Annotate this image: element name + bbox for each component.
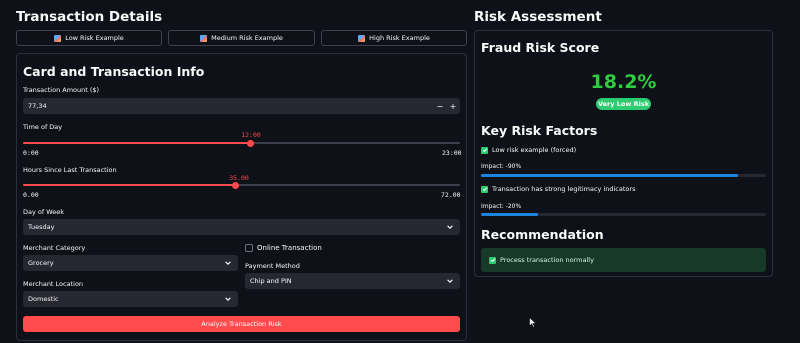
payment-method-select[interactable]: Chip and PIN	[245, 273, 460, 289]
hours-since-label: Hours Since Last Transaction	[23, 166, 117, 174]
medium-risk-example-label: Medium Risk Example	[211, 34, 283, 42]
time-of-day-min: 0:00	[23, 149, 39, 157]
amount-increment-button[interactable]: +	[447, 98, 459, 114]
merchant-category-value: Grocery	[28, 259, 54, 267]
time-of-day-fill	[23, 142, 251, 144]
hours-since-slider[interactable]	[23, 181, 460, 189]
check-icon	[481, 146, 488, 154]
merchant-location-value: Domestic	[28, 295, 59, 303]
recommendation-box: Process transaction normally	[481, 248, 766, 272]
high-risk-example-button[interactable]: High Risk Example	[321, 30, 467, 46]
hours-since-min: 0.00	[23, 191, 39, 199]
transaction-details-heading: Transaction Details	[16, 9, 163, 25]
online-transaction-label: Online Transaction	[257, 244, 322, 252]
risk-factor-impact: Impact: -90%	[481, 163, 522, 170]
risk-level-badge-label: Very Low Risk	[597, 100, 650, 108]
risk-factor-label: Low risk example (forced)	[492, 146, 577, 154]
merchant-location-select[interactable]: Domestic	[23, 291, 238, 307]
check-icon	[481, 185, 488, 193]
amount-label: Transaction Amount ($)	[23, 86, 100, 94]
chevron-down-icon	[225, 261, 231, 265]
chevron-down-icon	[225, 297, 231, 301]
payment-method-label: Payment Method	[245, 262, 300, 270]
risk-factor-impact-fill	[481, 213, 538, 216]
risk-factor-label: Transaction has strong legitimacy indica…	[492, 185, 636, 193]
merchant-location-label: Merchant Location	[23, 280, 84, 288]
time-of-day-thumb[interactable]	[246, 139, 254, 147]
medium-risk-example-button[interactable]: Medium Risk Example	[168, 30, 315, 46]
amount-value: 77,34	[28, 102, 47, 110]
time-of-day-label: Time of Day	[23, 123, 63, 131]
key-risk-factors-heading: Key Risk Factors	[481, 123, 598, 138]
time-of-day-max: 23:00	[442, 149, 462, 157]
risk-factor-impact: Impact: -20%	[481, 203, 522, 210]
hours-since-value: 35.00	[229, 174, 249, 182]
risk-factor-item: Low risk example (forced)	[481, 146, 576, 154]
low-risk-example-label: Low Risk Example	[65, 34, 124, 42]
risk-factor-item: Transaction has strong legitimacy indica…	[481, 185, 635, 193]
risk-factor-impact-bar	[481, 174, 766, 177]
hours-since-max: 72.00	[441, 191, 461, 199]
recommendation-text: Process transaction normally	[500, 256, 594, 264]
chevron-down-icon	[447, 225, 453, 229]
card-transaction-heading: Card and Transaction Info	[23, 64, 205, 79]
chart-icon	[54, 34, 62, 42]
day-of-week-value: Tuesday	[28, 223, 55, 231]
chart-icon	[200, 34, 208, 42]
risk-level-badge: Very Low Risk	[596, 98, 651, 110]
day-of-week-label: Day of Week	[23, 208, 65, 216]
fraud-risk-score-heading: Fraud Risk Score	[481, 40, 600, 55]
amount-input[interactable]: 77,34	[23, 98, 460, 114]
hours-since-thumb[interactable]	[231, 181, 239, 189]
risk-factor-impact-fill	[481, 174, 738, 177]
chevron-down-icon	[447, 279, 453, 283]
high-risk-example-label: High Risk Example	[369, 34, 430, 42]
recommendation-heading: Recommendation	[481, 227, 604, 242]
fraud-risk-score-value: 18.2%	[590, 71, 657, 93]
low-risk-example-button[interactable]: Low Risk Example	[16, 30, 162, 46]
hours-since-fill	[23, 184, 236, 186]
analyze-transaction-label: Analyze Transaction Risk	[201, 320, 282, 328]
merchant-category-select[interactable]: Grocery	[23, 255, 238, 271]
time-of-day-slider[interactable]	[23, 139, 460, 147]
day-of-week-select[interactable]: Tuesday	[23, 219, 460, 235]
amount-decrement-button[interactable]: −	[434, 98, 446, 114]
online-transaction-checkbox[interactable]	[245, 244, 253, 252]
risk-assessment-heading: Risk Assessment	[474, 9, 602, 25]
check-icon	[489, 256, 496, 264]
time-of-day-value: 12:00	[241, 131, 261, 139]
merchant-category-label: Merchant Category	[23, 244, 86, 252]
mouse-cursor-icon	[529, 317, 537, 328]
payment-method-value: Chip and PIN	[250, 277, 292, 285]
analyze-transaction-button[interactable]: Analyze Transaction Risk	[23, 316, 460, 332]
chart-icon	[358, 34, 366, 42]
risk-factor-impact-bar	[481, 213, 766, 216]
